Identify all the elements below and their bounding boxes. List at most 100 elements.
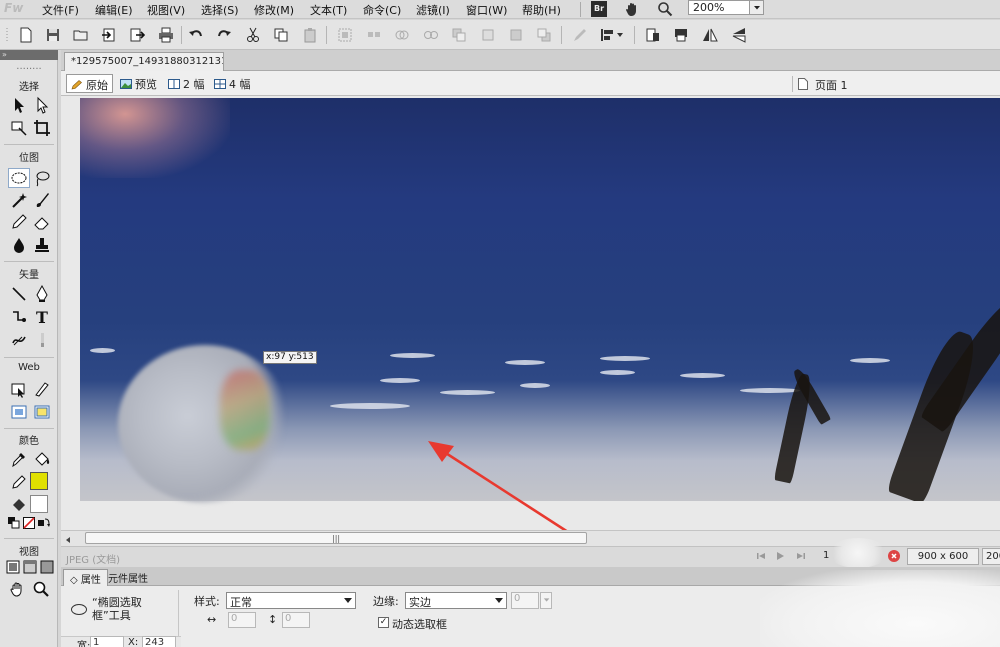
blur-tool[interactable] (10, 236, 28, 254)
marquee-width-input[interactable]: 0 (228, 612, 256, 628)
new-document-icon[interactable] (18, 27, 34, 43)
document-tab[interactable]: *129575007_14931880312131n (64, 52, 224, 71)
menu-select[interactable]: 选择(S) (201, 2, 239, 18)
menu-text[interactable]: 文本(T) (310, 2, 347, 18)
fill-color-swatch[interactable] (30, 495, 48, 513)
send-backward-icon[interactable] (508, 27, 524, 43)
document-dimensions[interactable]: 900 x 600 (907, 548, 979, 565)
send-to-back-icon[interactable] (536, 27, 552, 43)
ungroup-icon[interactable] (366, 27, 382, 43)
show-slices-tool[interactable] (33, 403, 51, 421)
subselect-tool[interactable] (33, 96, 51, 114)
line-tool[interactable] (10, 285, 28, 303)
menu-command[interactable]: 命令(C) (363, 2, 401, 18)
lasso-tool[interactable] (33, 169, 51, 187)
no-color-icon[interactable] (23, 517, 35, 529)
stroke-color-swatch[interactable] (30, 472, 48, 490)
text-tool[interactable]: T (33, 308, 51, 326)
export-icon[interactable] (129, 27, 145, 43)
menu-help[interactable]: 帮助(H) (522, 2, 561, 18)
menu-window[interactable]: 窗口(W) (466, 2, 507, 18)
last-frame-icon[interactable] (795, 550, 807, 562)
scroll-left-arrow-icon[interactable] (64, 534, 72, 543)
default-colors-icon[interactable] (8, 517, 20, 529)
bring-forward-icon[interactable] (480, 27, 496, 43)
fill-color-icon[interactable] (10, 496, 28, 514)
play-icon[interactable] (774, 550, 786, 562)
knife-tool[interactable] (33, 331, 51, 349)
bring-to-front-icon[interactable] (451, 27, 467, 43)
edit-icon[interactable] (572, 27, 588, 43)
eyedropper-tool[interactable] (10, 450, 28, 468)
stroke-color-icon[interactable] (10, 473, 28, 491)
menu-edit[interactable]: 编辑(E) (95, 2, 133, 18)
view-2up-button[interactable]: 2 幅 (164, 74, 209, 93)
menu-file[interactable]: 文件(F) (42, 2, 79, 18)
zoom-magnifier-icon[interactable] (657, 1, 673, 17)
ellipse-marquee-tool[interactable] (8, 168, 30, 188)
brush-tool[interactable] (33, 191, 51, 209)
zoom-tool[interactable] (32, 580, 50, 598)
pen-tool[interactable] (33, 285, 51, 303)
scale-tool[interactable] (10, 119, 28, 137)
open-folder-icon[interactable] (73, 27, 89, 43)
crop-tool[interactable] (33, 119, 51, 137)
redo-icon[interactable] (216, 27, 232, 43)
view-original-button[interactable]: 原始 (66, 74, 113, 93)
stop-icon[interactable] (888, 550, 900, 562)
edge-amount-input[interactable]: 0 (511, 592, 539, 609)
standard-screen-mode-icon[interactable] (6, 560, 20, 574)
view-preview-button[interactable]: 预览 (116, 74, 161, 93)
freeform-tool[interactable] (10, 331, 28, 349)
align-icon[interactable] (600, 27, 624, 43)
bridge-icon[interactable]: Br (591, 1, 607, 17)
x-input[interactable]: 243 (142, 636, 176, 647)
full-screen-mode-icon[interactable] (40, 560, 54, 574)
full-screen-menu-mode-icon[interactable] (23, 560, 37, 574)
hotspot-tool[interactable] (10, 380, 28, 398)
swap-colors-icon[interactable] (38, 517, 50, 529)
flip-vertical-icon[interactable] (731, 27, 747, 43)
import-icon[interactable] (101, 27, 117, 43)
pencil-tool[interactable] (10, 213, 28, 231)
eraser-tool[interactable] (33, 213, 51, 231)
w-input[interactable]: 1 (90, 636, 124, 647)
zoom-level-select[interactable]: 200% (688, 0, 764, 15)
magic-wand-tool[interactable] (10, 191, 28, 209)
hand-icon[interactable] (624, 1, 640, 17)
marquee-height-input[interactable]: 0 (282, 612, 310, 628)
rotate-left-icon[interactable] (645, 27, 661, 43)
page-selector[interactable]: 页面 1 (815, 77, 848, 93)
pointer-tool[interactable] (10, 96, 28, 114)
menu-view[interactable]: 视图(V) (147, 2, 185, 18)
vector-path-tool[interactable] (10, 308, 28, 326)
rotate-right-icon[interactable] (673, 27, 689, 43)
print-icon[interactable] (158, 27, 174, 43)
view-4up-button[interactable]: 4 幅 (210, 74, 255, 93)
chevron-down-icon[interactable] (749, 1, 763, 14)
rubber-stamp-tool[interactable] (33, 236, 51, 254)
tab-symbol-properties[interactable]: 元件属性 (102, 569, 154, 586)
first-frame-icon[interactable] (755, 550, 767, 562)
status-zoom-level[interactable]: 200 (982, 548, 1000, 565)
undo-icon[interactable] (188, 27, 204, 43)
split-icon[interactable] (423, 27, 439, 43)
copy-icon[interactable] (273, 27, 289, 43)
cut-icon[interactable] (245, 27, 261, 43)
flip-horizontal-icon[interactable] (702, 27, 718, 43)
slice-tool[interactable] (33, 380, 51, 398)
edge-select[interactable]: 实边 (405, 592, 507, 609)
menu-modify[interactable]: 修改(M) (254, 2, 294, 18)
style-select[interactable]: 正常 (226, 592, 356, 609)
tools-panel-collapse-bar[interactable]: » (0, 50, 58, 60)
paint-bucket-tool[interactable] (33, 450, 51, 468)
dynamic-marquee-checkbox[interactable]: ✓ (378, 617, 389, 628)
paste-icon[interactable] (302, 27, 318, 43)
group-icon[interactable] (337, 27, 353, 43)
hide-slices-tool[interactable] (10, 403, 28, 421)
join-icon[interactable] (394, 27, 410, 43)
edge-amount-dropdown[interactable] (540, 592, 552, 609)
hand-tool[interactable] (8, 580, 26, 598)
save-icon[interactable] (45, 27, 61, 43)
menu-filters[interactable]: 滤镜(I) (416, 2, 450, 18)
